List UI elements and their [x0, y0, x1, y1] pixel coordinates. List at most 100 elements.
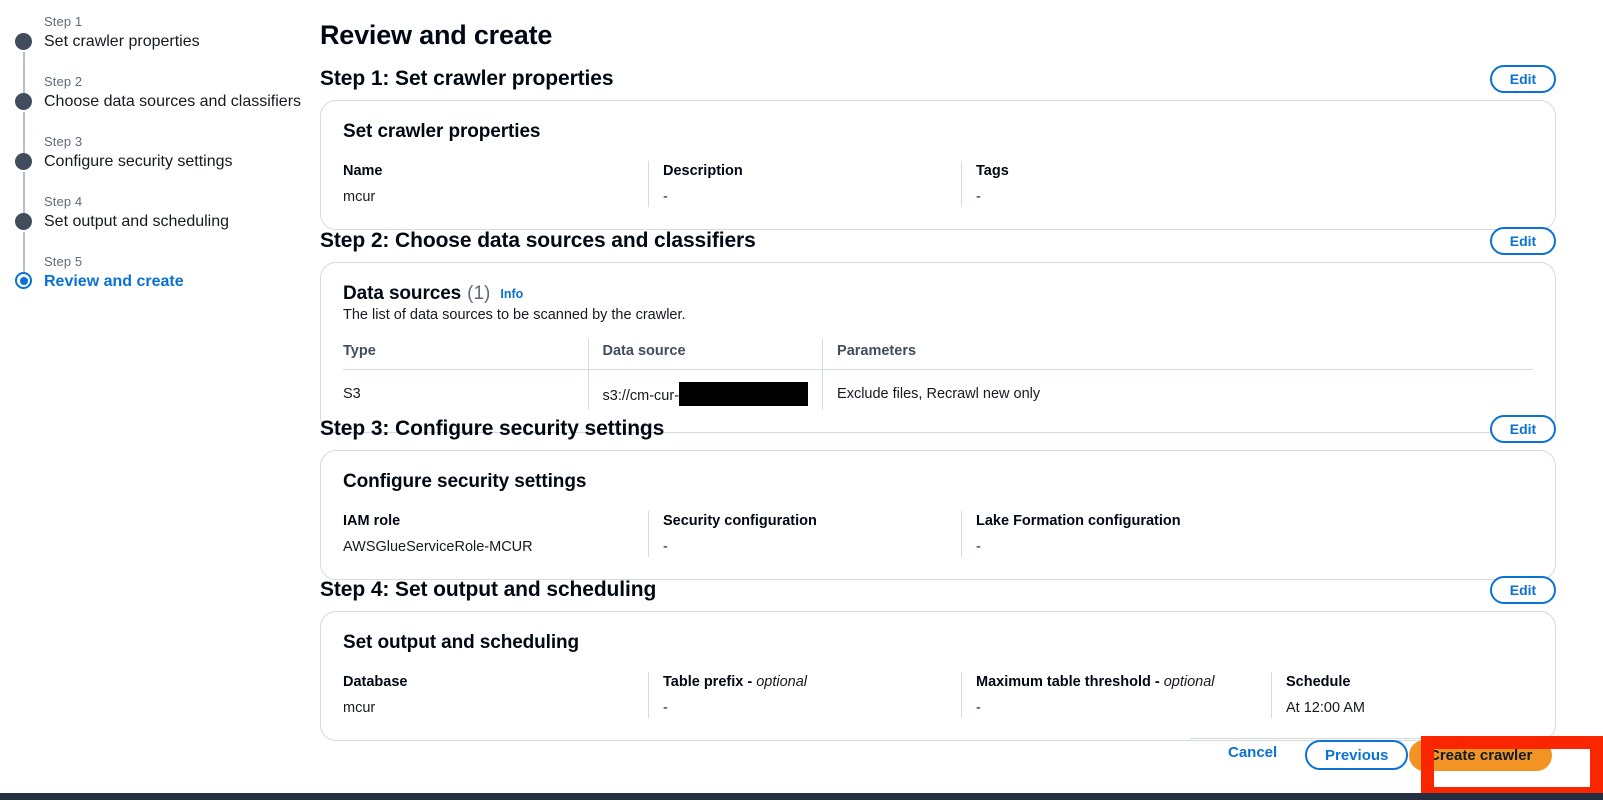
field-security-configuration-key: Security configuration [663, 513, 817, 529]
edit-button-step-1[interactable]: Edit [1490, 65, 1556, 93]
data-sources-count: (1) [467, 283, 491, 304]
step-2-number: Step 2 [44, 74, 83, 89]
field-security-configuration: Security configuration - [648, 511, 961, 557]
card-3-title: Configure security settings [343, 471, 587, 492]
field-lake-formation-configuration: Lake Formation configuration - [961, 511, 1274, 557]
column-header-data-source: Data source [587, 339, 823, 370]
section-3-header: Step 3: Configure security settings Edit [320, 415, 1556, 450]
data-sources-table-body: S3 s3://cm-cur- Exclude files, Recrawl n… [343, 369, 1533, 410]
field-table-prefix: Table prefix - optional - [648, 672, 961, 718]
bottom-navigation-bar [0, 793, 1603, 800]
field-description: Description - [648, 161, 961, 207]
section-4-title: Step 4: Set output and scheduling [320, 578, 657, 601]
section-step-4: Step 4: Set output and scheduling Edit S… [320, 576, 1556, 741]
previous-button[interactable]: Previous [1305, 740, 1409, 770]
step-1-number: Step 1 [44, 14, 83, 29]
field-iam-role-key: IAM role [343, 513, 401, 529]
field-description-key: Description [663, 163, 743, 179]
main-content: Review and create Step 1: Set crawler pr… [318, 0, 1603, 800]
table-row: S3 s3://cm-cur- Exclude files, Recrawl n… [343, 369, 1533, 410]
step-4-connector [23, 232, 25, 275]
step-2-dot [15, 93, 32, 110]
step-1-connector [23, 52, 25, 95]
step-4-dot [15, 213, 32, 230]
step-4-label: Set output and scheduling [44, 213, 230, 230]
table-header-row: Type Data source Parameters [343, 339, 1533, 370]
field-table-prefix-key-text: Table prefix - [663, 674, 757, 690]
info-link[interactable]: Info [500, 287, 523, 301]
edit-button-step-3[interactable]: Edit [1490, 415, 1556, 443]
section-2-header: Step 2: Choose data sources and classifi… [320, 227, 1556, 262]
edit-button-step-2[interactable]: Edit [1490, 227, 1556, 255]
field-name-value: mcur [343, 189, 376, 205]
section-step-2: Step 2: Choose data sources and classifi… [320, 227, 1556, 433]
step-1-dot [15, 33, 32, 50]
step-1-label: Set crawler properties [44, 33, 200, 50]
page-title: Review and create [320, 20, 553, 50]
field-table-prefix-value: - [663, 700, 668, 716]
column-header-type: Type [343, 339, 588, 370]
field-iam-role: IAM role AWSGlueServiceRole-MCUR [343, 511, 648, 557]
field-database-key: Database [343, 674, 408, 690]
field-tags-value: - [976, 189, 981, 205]
section-1-header: Step 1: Set crawler properties Edit [320, 65, 1556, 100]
card-4-title: Set output and scheduling [343, 632, 580, 653]
field-name: Name mcur [343, 161, 648, 207]
card-set-output-and-scheduling: Set output and scheduling Database mcur … [320, 611, 1556, 741]
card-2-title: Data sources [343, 283, 462, 304]
step-5-number: Step 5 [44, 254, 83, 269]
card-3-fields: IAM role AWSGlueServiceRole-MCUR Securit… [343, 511, 1533, 557]
field-security-configuration-value: - [663, 539, 668, 555]
cell-parameters: Exclude files, Recrawl new only [822, 369, 1533, 410]
section-3-title: Step 3: Configure security settings [320, 417, 665, 440]
field-database-value: mcur [343, 700, 376, 716]
data-sources-table: Type Data source Parameters S3 s3://cm-c… [343, 339, 1533, 410]
field-table-prefix-optional: optional [756, 674, 807, 690]
field-description-value: - [663, 189, 668, 205]
card-1-fields: Name mcur Description - Tags - [343, 161, 1533, 207]
field-max-threshold-key-text: Maximum table threshold - [976, 674, 1164, 690]
redaction-bar [679, 382, 809, 406]
field-schedule: Schedule At 12:00 AM [1271, 672, 1511, 718]
field-max-threshold-key: Maximum table threshold - optional [976, 672, 1257, 692]
wizard-navigation: Step 1 Set crawler properties Step 2 Cho… [0, 0, 318, 800]
card-4-fields: Database mcur Table prefix - optional - … [343, 672, 1533, 718]
field-max-threshold-value: - [976, 700, 981, 716]
step-3-number: Step 3 [44, 134, 83, 149]
cell-type: S3 [343, 386, 361, 402]
step-2-connector [23, 112, 25, 155]
edit-button-step-4[interactable]: Edit [1490, 576, 1556, 604]
field-schedule-key: Schedule [1286, 674, 1351, 690]
section-step-1: Step 1: Set crawler properties Edit Set … [320, 65, 1556, 230]
create-crawler-button[interactable]: Create crawler [1409, 740, 1553, 771]
section-1-title: Step 1: Set crawler properties [320, 67, 614, 90]
field-schedule-value: At 12:00 AM [1286, 700, 1365, 716]
field-maximum-table-threshold: Maximum table threshold - optional - [961, 672, 1271, 718]
card-1-title: Set crawler properties [343, 121, 541, 142]
step-5-label: Review and create [44, 273, 184, 290]
data-sources-table-head: Type Data source Parameters [343, 339, 1533, 370]
data-source-prefix: s3://cm-cur- [602, 388, 680, 404]
step-3-connector [23, 172, 25, 215]
field-max-threshold-optional: optional [1163, 674, 1215, 690]
review-and-create-page: Step 1 Set crawler properties Step 2 Cho… [0, 0, 1603, 800]
step-3-label: Configure security settings [44, 153, 233, 170]
field-tags-key: Tags [976, 163, 1009, 179]
cancel-button[interactable]: Cancel [1228, 744, 1277, 761]
step-2-label: Choose data sources and classifiers [44, 93, 302, 110]
field-name-key: Name [343, 163, 383, 179]
footer-separator [1190, 738, 1603, 739]
field-lake-formation-value: - [976, 539, 981, 555]
card-set-crawler-properties: Set crawler properties Name mcur Descrip… [320, 100, 1556, 230]
field-lake-formation-key: Lake Formation configuration [976, 513, 1181, 529]
step-3-dot [15, 153, 32, 170]
field-tags: Tags - [961, 161, 1274, 207]
section-2-title: Step 2: Choose data sources and classifi… [320, 229, 756, 252]
card-2-subtitle: The list of data sources to be scanned b… [343, 307, 686, 323]
card-2-title-row: Data sources (1) Info [343, 283, 1533, 305]
field-table-prefix-key: Table prefix - optional [663, 672, 947, 692]
cell-data-source: s3://cm-cur- [587, 369, 823, 410]
section-4-header: Step 4: Set output and scheduling Edit [320, 576, 1556, 611]
section-step-3: Step 3: Configure security settings Edit… [320, 415, 1556, 580]
field-database: Database mcur [343, 672, 648, 718]
